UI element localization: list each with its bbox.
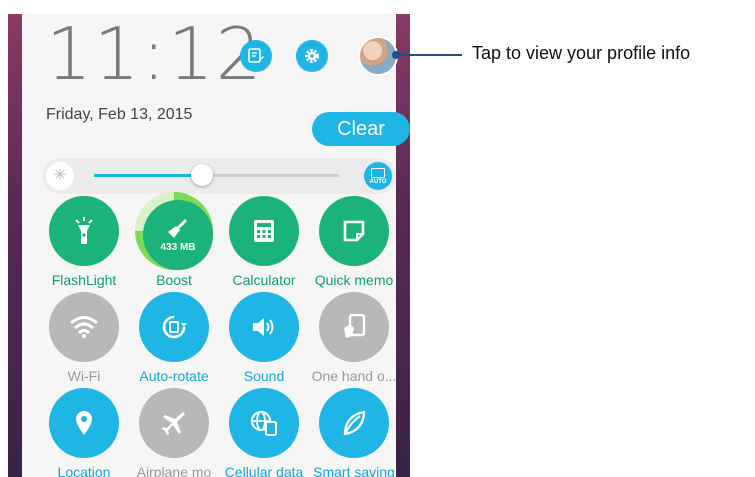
brightness-slider-thumb[interactable]	[190, 164, 213, 186]
tile-one-hand[interactable]: One hand o...	[309, 292, 399, 386]
auto-brightness-icon	[371, 167, 385, 178]
boost-inner: 433 MB	[143, 200, 213, 270]
tile-wifi[interactable]: Wi-Fi	[39, 292, 129, 386]
speaker-icon	[251, 316, 277, 338]
tile-one-hand-button[interactable]	[319, 292, 389, 362]
broom-icon	[166, 218, 190, 240]
brightness-sun-icon: ✳	[46, 162, 74, 190]
tile-one-hand-label: One hand o...	[311, 368, 397, 384]
airplane-icon	[161, 410, 187, 436]
tile-cellular-data-button[interactable]	[229, 388, 299, 458]
tile-auto-rotate[interactable]: Auto-rotate	[129, 292, 219, 386]
tile-wifi-button[interactable]	[49, 292, 119, 362]
tile-wifi-label: Wi-Fi	[67, 368, 101, 384]
tile-smart-saving-label: Smart saving	[313, 464, 395, 477]
brightness-slider-fill	[94, 174, 202, 177]
tile-smart-saving-button[interactable]	[319, 388, 389, 458]
tile-calculator-button[interactable]	[229, 196, 299, 266]
tile-quick-memo-label: Quick memo	[314, 272, 394, 288]
tile-sound-button[interactable]	[229, 292, 299, 362]
flashlight-icon	[71, 216, 97, 246]
tile-airplane-mode[interactable]: Airplane mo	[129, 388, 219, 477]
callout-leader-line	[396, 54, 462, 56]
gear-icon	[303, 47, 321, 65]
memo-icon	[343, 220, 365, 242]
edit-icon	[247, 47, 265, 65]
tile-boost-label: Boost	[156, 272, 192, 288]
tile-calculator[interactable]: Calculator	[219, 196, 309, 290]
brightness-row: ✳ AUTO	[42, 158, 396, 194]
tile-airplane-mode-label: Airplane mo	[136, 464, 212, 477]
tile-cellular-data[interactable]: Cellular data	[219, 388, 309, 477]
wifi-icon	[69, 315, 99, 339]
boost-memory-value: 433 MB	[160, 241, 196, 253]
auto-brightness-label: AUTO	[369, 178, 387, 185]
clock-time: 11:12	[46, 14, 264, 96]
tile-location[interactable]: Location	[39, 388, 129, 477]
tile-flashlight[interactable]: FlashLight	[39, 196, 129, 290]
tile-boost[interactable]: 433 MB Boost	[129, 192, 219, 290]
calculator-icon	[253, 219, 275, 243]
quick-settings-panel: 11:12 Friday, Feb 13, 2015 Clear ✳ AUTO …	[22, 14, 410, 477]
tile-auto-rotate-button[interactable]	[139, 292, 209, 362]
auto-brightness-button[interactable]: AUTO	[364, 162, 392, 190]
tile-location-button[interactable]	[49, 388, 119, 458]
tile-smart-saving[interactable]: Smart saving	[309, 388, 399, 477]
phone-screen: 11:12 Friday, Feb 13, 2015 Clear ✳ AUTO …	[8, 14, 410, 477]
tile-flashlight-button[interactable]	[49, 196, 119, 266]
tile-boost-button[interactable]: 433 MB	[135, 192, 213, 270]
cellular-data-icon	[250, 410, 278, 436]
tile-sound[interactable]: Sound	[219, 292, 309, 386]
tile-auto-rotate-label: Auto-rotate	[139, 368, 209, 384]
one-hand-icon	[342, 314, 366, 340]
date-label: Friday, Feb 13, 2015	[46, 106, 193, 123]
tile-location-label: Location	[57, 464, 111, 477]
location-pin-icon	[74, 410, 94, 436]
edit-button[interactable]	[240, 40, 272, 72]
brightness-slider[interactable]	[94, 174, 339, 177]
tile-airplane-mode-button[interactable]	[139, 388, 209, 458]
tile-sound-label: Sound	[243, 368, 285, 384]
clear-button[interactable]: Clear	[312, 112, 410, 146]
callout-text: Tap to view your profile info	[472, 43, 691, 63]
rotate-icon	[161, 314, 187, 340]
leaf-icon	[342, 410, 366, 436]
tile-quick-memo-button[interactable]	[319, 196, 389, 266]
tile-quick-memo[interactable]: Quick memo	[309, 196, 399, 290]
settings-button[interactable]	[296, 40, 328, 72]
tile-calculator-label: Calculator	[232, 272, 296, 288]
tile-flashlight-label: FlashLight	[51, 272, 117, 288]
tile-cellular-data-label: Cellular data	[224, 464, 304, 477]
